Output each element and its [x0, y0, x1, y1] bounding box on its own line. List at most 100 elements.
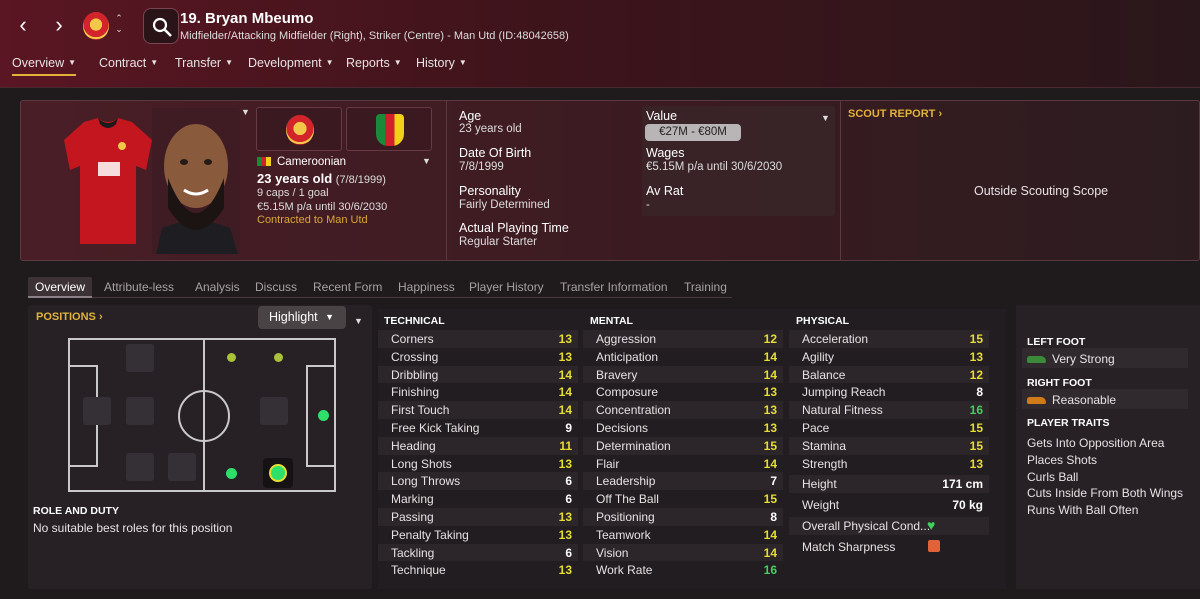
attribute-name: Decisions — [596, 421, 649, 435]
right-foot-text: Reasonable — [1052, 393, 1117, 407]
attribute-row[interactable]: Concentration 13 — [583, 401, 783, 419]
position-dot-unconvincing[interactable] — [274, 353, 283, 362]
attribute-row[interactable]: Balance 12 — [789, 365, 989, 384]
position-zone[interactable] — [168, 453, 196, 481]
attribute-row[interactable]: Strength 13 — [789, 455, 989, 473]
position-zone[interactable] — [83, 397, 111, 425]
attribute-value: 13 — [969, 456, 983, 471]
player-name: 19. Bryan Mbeumo — [180, 10, 314, 27]
attribute-row[interactable]: Tackling 6 — [378, 543, 578, 562]
tab-reports[interactable]: Reports ▼ — [346, 56, 402, 70]
attribute-row[interactable]: Technique 13 — [378, 561, 578, 579]
contract-line[interactable]: Contracted to Man Utd — [257, 214, 368, 226]
attribute-row[interactable]: Corners 13 — [378, 330, 578, 348]
subtab-analysis[interactable]: Analysis — [195, 280, 240, 294]
position-dot-unconvincing[interactable] — [227, 353, 236, 362]
position-zone[interactable] — [126, 397, 154, 425]
tab-development[interactable]: Development ▼ — [248, 56, 334, 70]
physical-header: PHYSICAL — [796, 315, 850, 327]
attribute-row[interactable]: Off The Ball 15 — [583, 490, 783, 508]
attribute-row[interactable]: First Touch 14 — [378, 401, 578, 419]
attribute-value: 12 — [969, 367, 983, 382]
attribute-row[interactable]: Heading 11 — [378, 436, 578, 455]
attribute-row[interactable]: Acceleration 15 — [789, 330, 989, 348]
chevron-down-icon[interactable]: ▼ — [821, 113, 830, 123]
chevron-down-icon: ▼ — [325, 312, 334, 322]
club-crest-icon[interactable] — [83, 12, 109, 40]
sharpness-row: Match Sharpness — [789, 538, 989, 556]
subtab-training[interactable]: Training — [684, 280, 727, 294]
attribute-value: 14 — [763, 456, 777, 471]
attribute-row[interactable]: Agility 13 — [789, 348, 989, 366]
attribute-row[interactable]: Stamina 15 — [789, 436, 989, 455]
attribute-row[interactable]: Jumping Reach 8 — [789, 383, 989, 401]
highlight-label: Highlight — [269, 310, 318, 324]
attribute-row[interactable]: Long Shots 13 — [378, 455, 578, 473]
attribute-row[interactable]: Marking 6 — [378, 490, 578, 508]
tab-label: History — [416, 56, 455, 70]
attribute-row[interactable]: Determination 15 — [583, 436, 783, 455]
position-dot-natural[interactable] — [226, 468, 237, 479]
attribute-row[interactable]: Teamwork 14 — [583, 526, 783, 544]
highlight-dropdown[interactable]: Highlight ▼ — [258, 306, 346, 329]
tab-overview[interactable]: Overview ▼ — [12, 56, 77, 76]
tab-contract[interactable]: Contract ▼ — [99, 56, 158, 70]
position-zone[interactable] — [126, 453, 154, 481]
attribute-name: Pace — [802, 421, 830, 435]
player-search-button[interactable] — [143, 8, 179, 44]
back-icon[interactable]: ‹ — [12, 14, 34, 36]
position-zone[interactable] — [126, 344, 154, 372]
attribute-row[interactable]: Decisions 13 — [583, 419, 783, 437]
attribute-row[interactable]: Penalty Taking 13 — [378, 526, 578, 544]
attribute-row[interactable]: Natural Fitness 16 — [789, 401, 989, 419]
subtab-player-history[interactable]: Player History — [469, 280, 544, 294]
attribute-row[interactable]: Crossing 13 — [378, 348, 578, 366]
position-zone[interactable] — [260, 397, 288, 425]
attribute-value: 14 — [558, 403, 572, 418]
tab-history[interactable]: History ▼ — [416, 56, 467, 70]
heart-icon: ♥ — [927, 517, 936, 533]
club-switch-arrows[interactable]: ⌃ ⌄ — [113, 13, 125, 35]
club-badge-box[interactable] — [256, 107, 342, 151]
attribute-row[interactable]: Positioning 8 — [583, 508, 783, 526]
trait-item: Cuts Inside From Both Wings — [1027, 486, 1184, 500]
attribute-row[interactable]: Finishing 14 — [378, 383, 578, 401]
attribute-row[interactable]: Bravery 14 — [583, 365, 783, 384]
dob-value: 7/8/1999 — [459, 161, 504, 173]
role-duty-value: No suitable best roles for this position — [33, 521, 233, 535]
nation-badge-box[interactable] — [346, 107, 432, 151]
attribute-name: Leadership — [596, 474, 656, 489]
kit-shirt-image — [64, 118, 152, 244]
attribute-value: 13 — [763, 403, 777, 418]
subtab-overview[interactable]: Overview — [28, 277, 93, 298]
scout-report-link[interactable]: SCOUT REPORT › — [848, 108, 942, 120]
attribute-row[interactable]: Anticipation 14 — [583, 348, 783, 366]
attribute-row[interactable]: Pace 15 — [789, 419, 989, 437]
subtab-recent-form[interactable]: Recent Form — [313, 280, 382, 294]
attribute-row[interactable]: Work Rate 16 — [583, 561, 783, 579]
attribute-row[interactable]: Composure 13 — [583, 383, 783, 401]
position-dot-natural[interactable] — [318, 410, 329, 421]
attribute-row[interactable]: Dribbling 14 — [378, 365, 578, 384]
chevron-down-icon[interactable]: ▼ — [422, 156, 431, 166]
chevron-down-icon[interactable]: ▼ — [354, 316, 363, 326]
selected-position[interactable] — [263, 458, 293, 488]
subtab-attribute-less[interactable]: Attribute-less — [104, 280, 174, 294]
attribute-row[interactable]: Long Throws 6 — [378, 472, 578, 491]
attribute-row[interactable]: Free Kick Taking 9 — [378, 419, 578, 437]
subtab-happiness[interactable]: Happiness — [398, 280, 455, 294]
attribute-row[interactable]: Leadership 7 — [583, 472, 783, 491]
positions-link[interactable]: POSITIONS › — [36, 311, 103, 323]
forward-icon[interactable]: › — [48, 14, 70, 36]
attribute-row[interactable]: Aggression 12 — [583, 330, 783, 348]
attribute-row[interactable]: Vision 14 — [583, 543, 783, 562]
attribute-row[interactable]: Passing 13 — [378, 508, 578, 526]
tab-transfer[interactable]: Transfer ▼ — [175, 56, 233, 70]
technical-header: TECHNICAL — [384, 315, 445, 327]
playtime-label: Actual Playing Time — [459, 221, 569, 235]
subtab-discuss[interactable]: Discuss — [255, 280, 297, 294]
attribute-row[interactable]: Flair 14 — [583, 455, 783, 473]
subtab-transfer-information[interactable]: Transfer Information — [560, 280, 668, 294]
attribute-value: 6 — [565, 545, 572, 560]
chevron-down-icon[interactable]: ▼ — [241, 107, 250, 117]
